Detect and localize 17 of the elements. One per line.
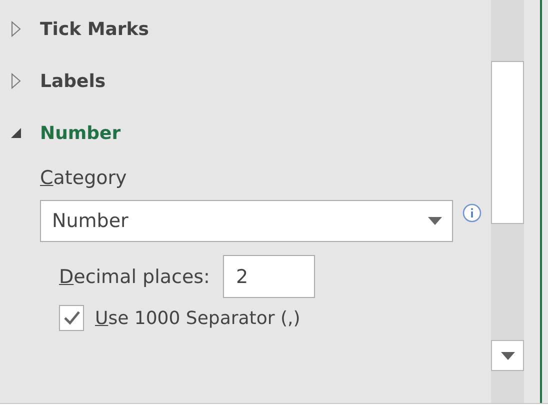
checkmark-icon — [62, 310, 80, 326]
section-header[interactable]: Tick Marks — [40, 18, 149, 40]
expand-triangle-icon[interactable] — [11, 73, 21, 89]
section-header[interactable]: Labels — [40, 70, 106, 92]
field-label: Decimal places: — [59, 266, 210, 288]
checkbox[interactable] — [59, 305, 84, 331]
caret-down-icon — [428, 217, 442, 225]
scroll-down-button[interactable] — [491, 340, 524, 371]
scrollbar-thumb[interactable] — [491, 61, 524, 224]
expand-triangle-icon[interactable] — [11, 21, 21, 37]
checkbox-label[interactable]: Use 1000 Separator (,) — [95, 308, 300, 328]
field-label: Category — [40, 166, 127, 190]
category-dropdown[interactable]: Number — [40, 200, 453, 242]
decimal-places-field[interactable]: 2 — [222, 255, 315, 298]
info-icon[interactable] — [462, 203, 482, 223]
caret-down-icon — [500, 352, 514, 360]
section-header[interactable]: Number — [40, 122, 121, 144]
